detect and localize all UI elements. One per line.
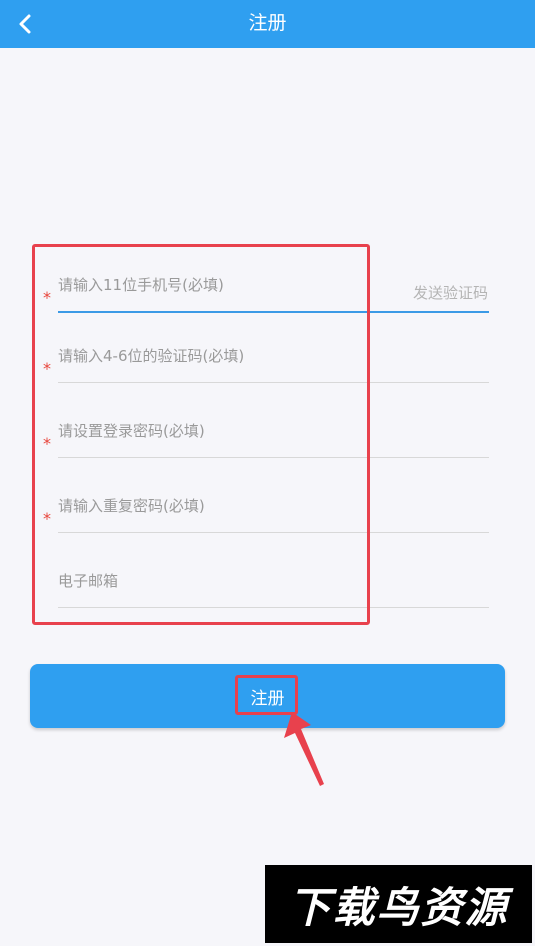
email-underline <box>58 607 489 608</box>
page-title: 注册 <box>248 12 287 34</box>
app-root: 注册 * 发送验证码 * * * 注册 <box>0 0 535 946</box>
confirm-password-field: * <box>0 479 535 539</box>
watermark-logo: 下载鸟资源 <box>265 865 532 943</box>
password-field: * <box>0 404 535 464</box>
password-input[interactable] <box>58 414 378 448</box>
phone-field: * 发送验证码 <box>0 258 535 318</box>
required-mark: * <box>43 359 51 378</box>
confirm-password-input[interactable] <box>58 489 378 523</box>
email-field <box>0 554 535 614</box>
app-header: 注册 <box>0 0 535 48</box>
verify-code-field: * <box>0 329 535 389</box>
send-code-button[interactable]: 发送验证码 <box>413 282 488 303</box>
required-mark: * <box>43 509 51 528</box>
required-mark: * <box>43 288 51 307</box>
password-underline <box>58 457 489 458</box>
required-mark: * <box>43 434 51 453</box>
verify-code-underline <box>58 382 489 383</box>
verify-code-input[interactable] <box>58 339 378 373</box>
register-button-label: 注册 <box>250 688 285 709</box>
confirm-password-underline <box>58 532 489 533</box>
register-form: * 发送验证码 * * * <box>0 0 535 946</box>
email-input[interactable] <box>58 564 378 598</box>
phone-input[interactable] <box>58 268 378 302</box>
phone-input-underline <box>58 311 489 313</box>
register-button[interactable]: 注册 <box>30 664 505 728</box>
